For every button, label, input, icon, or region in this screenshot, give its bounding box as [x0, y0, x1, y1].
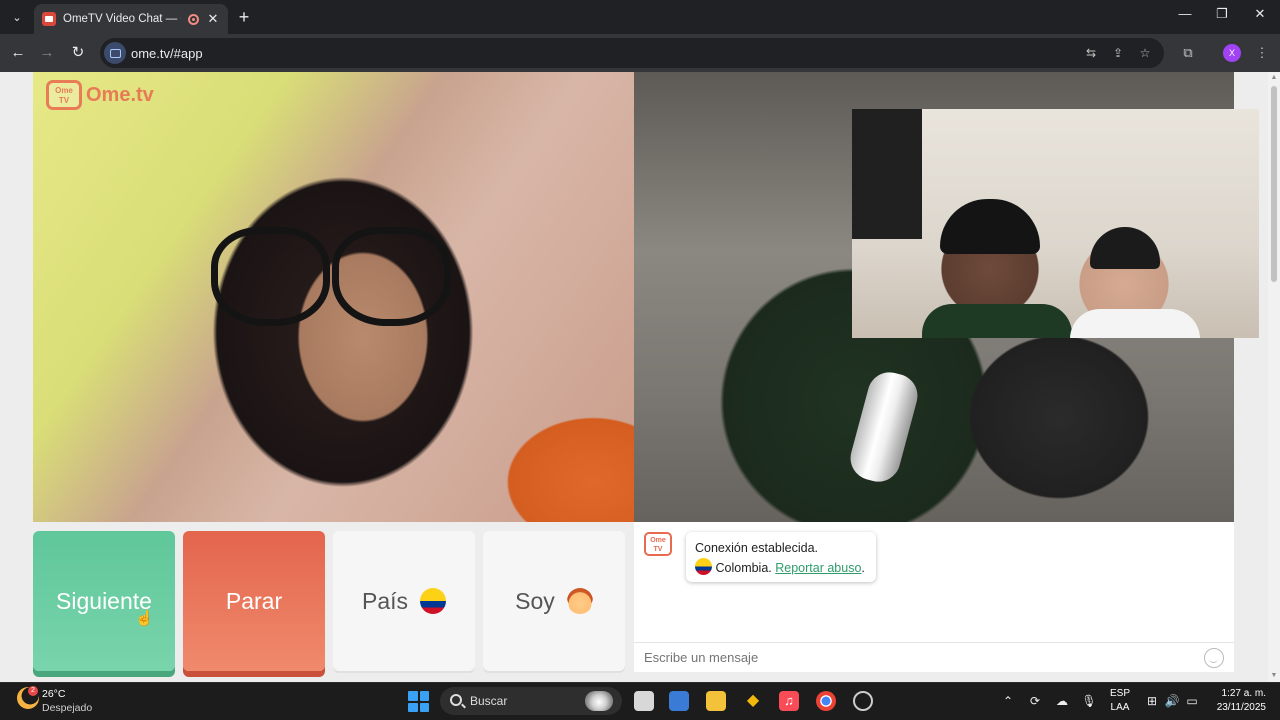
language-bottom[interactable]: LAA	[1108, 702, 1132, 713]
window-close-button[interactable]: ✕	[1245, 6, 1275, 22]
address-bar[interactable]: ome.tv/#app ⇆ ⇪ ☆	[100, 38, 1164, 68]
chat-panel: Ome TV Conexión establecida. Colombia. R…	[634, 522, 1234, 672]
more-menu-icon[interactable]: ⋮	[1253, 44, 1271, 62]
cast-icon[interactable]: ⇪	[1109, 44, 1127, 62]
stranger-country-line: Colombia. Reportar abuso.	[695, 558, 867, 578]
report-abuse-link[interactable]: Reportar abuso	[775, 561, 861, 575]
microphone-image	[845, 367, 923, 487]
binance-icon[interactable]: ◆	[743, 691, 763, 711]
scrollbar-thumb[interactable]	[1271, 86, 1277, 282]
search-highlight-icon	[585, 691, 613, 711]
apple-music-icon[interactable]: ♫	[779, 691, 799, 711]
clock-time[interactable]: 1:27 a. m.	[1206, 688, 1266, 699]
picture-in-picture-video[interactable]	[852, 109, 1259, 338]
ometv-favicon-icon	[42, 12, 56, 26]
volume-icon[interactable]: 🔊	[1164, 693, 1180, 709]
colombia-flag-icon	[420, 588, 447, 614]
language-top[interactable]: ESP	[1108, 688, 1132, 699]
profile-avatar[interactable]: X	[1223, 44, 1241, 62]
sync-icon[interactable]: ⟳	[1027, 693, 1043, 709]
browser-tab[interactable]: OmeTV Video Chat — Ome ✕	[34, 4, 228, 34]
stranger-country: Colombia.	[715, 561, 772, 575]
ometv-logo-text: Ome.tv	[86, 83, 154, 106]
weather-badge: 2	[28, 686, 38, 696]
hand-cursor-icon: ☝	[135, 610, 154, 627]
message-input[interactable]	[644, 650, 1184, 665]
video-content	[211, 227, 451, 326]
recording-indicator-icon	[188, 13, 199, 25]
taskbar-search[interactable]: Buscar	[440, 687, 622, 715]
new-tab-button[interactable]: +	[234, 7, 254, 27]
browser-tab-bar: ⌄ OmeTV Video Chat — Ome ✕ + — ❐ ✕	[0, 0, 1280, 34]
ometv-chat-logo-icon: Ome TV	[644, 532, 672, 556]
bookmark-star-icon[interactable]: ☆	[1136, 44, 1154, 62]
obs-recording-icon[interactable]	[853, 691, 873, 711]
stop-button-label: Parar	[225, 587, 283, 614]
weather-description[interactable]: Despejado	[42, 702, 92, 714]
connection-status: Conexión establecida.	[695, 541, 818, 555]
windows-taskbar: 2 26°C Despejado Buscar ◆ ♫ ⌃ ⟳ ☁ 🎙 ESP …	[0, 682, 1280, 720]
search-label: Buscar	[470, 694, 508, 708]
pip-person-1	[922, 304, 1072, 338]
emoji-picker-icon[interactable]	[1204, 648, 1224, 668]
pip-background	[852, 109, 922, 239]
message-bar	[634, 642, 1234, 672]
task-view-icon[interactable]	[634, 691, 654, 711]
pip-cap-2	[1090, 227, 1160, 269]
pip-person-2	[1070, 309, 1200, 338]
battery-icon[interactable]: ▭	[1184, 693, 1200, 709]
gender-button[interactable]: Soy	[483, 531, 625, 671]
back-arrow-icon[interactable]: ←	[8, 43, 28, 63]
onedrive-cloud-icon[interactable]: ☁	[1054, 693, 1070, 709]
stranger-video	[33, 72, 634, 522]
maximize-button[interactable]: ❐	[1207, 6, 1237, 22]
stop-button[interactable]: Parar	[183, 531, 325, 671]
site-info-camera-icon[interactable]	[104, 42, 126, 64]
boy-emoji-icon	[566, 588, 593, 614]
tab-close-icon[interactable]: ✕	[206, 11, 220, 27]
search-icon	[450, 694, 462, 706]
country-button-label: País	[361, 587, 409, 614]
tab-search-chevron-icon[interactable]: ⌄	[6, 6, 28, 28]
colombia-flag-small-icon	[695, 558, 712, 575]
ometv-logo: Ome TV Ome.tv	[46, 80, 154, 110]
page-scrollbar[interactable]: ▲ ▼	[1268, 72, 1280, 682]
gender-button-label: Soy	[515, 587, 555, 614]
scroll-up-arrow-icon[interactable]: ▲	[1268, 72, 1280, 84]
reload-icon[interactable]: ↻	[68, 43, 88, 63]
url-text: ome.tv/#app	[131, 46, 203, 61]
weather-temperature[interactable]: 26°C	[42, 688, 65, 700]
report-suffix: .	[861, 561, 865, 575]
ometv-logo-icon: Ome TV	[46, 80, 82, 110]
minimize-button[interactable]: —	[1170, 6, 1200, 21]
extensions-puzzle-icon[interactable]: ⧉	[1179, 44, 1197, 62]
next-button[interactable]: Siguiente	[33, 531, 175, 671]
microsoft-store-icon[interactable]	[669, 691, 689, 711]
translate-icon[interactable]: ⇆	[1082, 44, 1100, 62]
microphone-icon[interactable]: 🎙	[1081, 693, 1097, 709]
browser-toolbar: ← → ↻ ome.tv/#app ⇆ ⇪ ☆ ⧉ X ⋮	[0, 34, 1280, 72]
tray-overflow-chevron-icon[interactable]: ⌃	[1000, 693, 1016, 709]
chrome-icon[interactable]	[816, 691, 836, 711]
network-icon[interactable]: ⊞	[1144, 693, 1160, 709]
country-button[interactable]: País	[333, 531, 475, 671]
forward-arrow-icon[interactable]: →	[37, 43, 57, 63]
pip-cap-1	[940, 199, 1040, 254]
system-message: Conexión establecida. Colombia. Reportar…	[686, 532, 876, 582]
file-explorer-icon[interactable]	[706, 691, 726, 711]
windows-start-icon[interactable]	[408, 691, 429, 712]
tab-title: OmeTV Video Chat — Ome	[63, 13, 181, 25]
clock-date[interactable]: 23/11/2025	[1206, 702, 1266, 713]
ometv-app: Ome TV Ome.tv Siguiente Parar País Soy ☝…	[0, 72, 1268, 682]
scroll-down-arrow-icon[interactable]: ▼	[1268, 670, 1280, 682]
